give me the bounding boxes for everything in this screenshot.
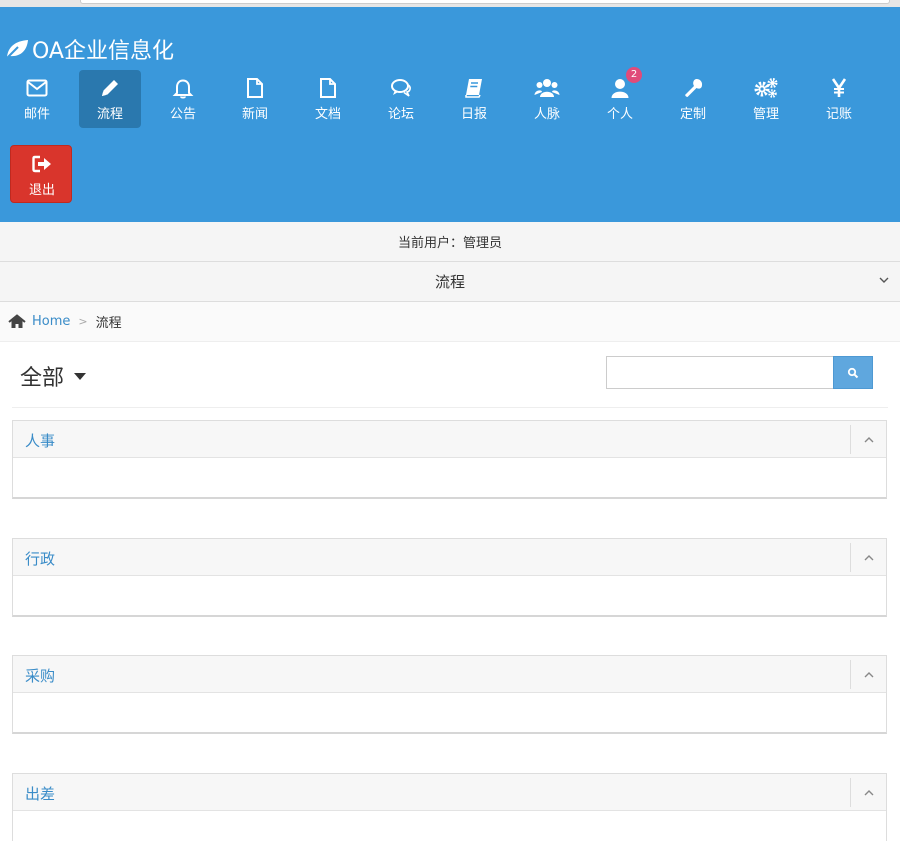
pencil-icon — [79, 77, 141, 99]
nav-label: 记账 — [825, 107, 852, 122]
collapse-toggle[interactable] — [850, 778, 886, 807]
panel-header[interactable]: 行政 — [13, 539, 886, 576]
category-panel: 人事 — [12, 420, 887, 499]
nav-label: 管理 — [752, 107, 779, 122]
nav-label: 日报 — [460, 107, 487, 122]
envelope-icon — [6, 77, 68, 99]
nav-label: 人脉 — [533, 107, 560, 122]
nav-label: 邮件 — [23, 107, 50, 122]
gears-icon — [735, 77, 797, 99]
panel-title: 采购 — [25, 667, 56, 685]
brand-title: OA企业信息化 — [32, 39, 174, 64]
panel-header[interactable]: 采购 — [13, 656, 886, 693]
file-icon — [224, 77, 286, 99]
current-user-text: 当前用户：管理员 — [397, 236, 502, 251]
collapse-toggle[interactable] — [850, 543, 886, 572]
category-filter-dropdown[interactable]: 全部 — [20, 361, 87, 391]
logout-label: 退出 — [28, 183, 55, 198]
search-icon — [847, 367, 859, 378]
breadcrumb-home-link[interactable]: Home — [32, 314, 70, 329]
nav-item-daily[interactable]: 日报 — [443, 70, 505, 128]
sign-out-icon — [11, 153, 73, 175]
book-icon — [443, 77, 505, 99]
search-input[interactable] — [606, 356, 834, 389]
nav-item-admin[interactable]: 管理 — [735, 70, 797, 128]
nav-label: 流程 — [96, 107, 123, 122]
wrench-icon — [662, 77, 724, 99]
panel-title: 出差 — [25, 785, 56, 803]
nav-item-workflow[interactable]: 流程 — [79, 70, 141, 128]
nav-item-docs[interactable]: 文档 — [297, 70, 359, 128]
filter-selected: 全部 — [20, 366, 65, 391]
nav-item-forum[interactable]: 论坛 — [370, 70, 432, 128]
home-icon — [8, 314, 26, 328]
nav-item-news[interactable]: 新闻 — [224, 70, 286, 128]
comments-icon — [370, 77, 432, 99]
address-bar[interactable] — [80, 0, 890, 4]
nav-label: 论坛 — [387, 107, 414, 122]
module-title: 流程 — [434, 273, 465, 291]
nav-item-contacts[interactable]: 人脉 — [516, 70, 578, 128]
header: OA企业信息化 邮件 流程 公告 新闻 文档 论坛 日报 人脉 个人 2 定制 … — [0, 7, 900, 222]
search-button[interactable] — [833, 356, 873, 389]
chevron-up-icon — [864, 554, 873, 560]
chevron-up-icon — [864, 436, 873, 442]
nav-label: 定制 — [679, 107, 706, 122]
category-panel: 出差 — [12, 773, 887, 841]
panel-title: 人事 — [25, 432, 56, 450]
logout-button[interactable]: 退出 — [10, 145, 72, 203]
nav-label: 个人 — [606, 107, 633, 122]
browser-top-strip — [0, 0, 900, 7]
breadcrumb-current: 流程 — [95, 316, 122, 331]
nav-item-accounting[interactable]: 记账 — [808, 70, 870, 128]
current-user-bar: 当前用户：管理员 — [0, 222, 900, 262]
notification-badge: 2 — [626, 67, 642, 83]
users-icon — [516, 77, 578, 99]
leaf-icon — [5, 40, 28, 60]
panel-header[interactable]: 出差 — [13, 774, 886, 811]
nav-label: 文档 — [314, 107, 341, 122]
caret-down-icon — [74, 372, 87, 380]
collapse-toggle[interactable] — [850, 660, 886, 689]
panel-title: 行政 — [25, 550, 56, 568]
collapse-toggle[interactable] — [850, 425, 886, 454]
breadcrumb: Home > 流程 — [0, 302, 900, 342]
category-panel: 采购 — [12, 655, 887, 734]
file-icon — [297, 77, 359, 99]
bell-icon — [152, 77, 214, 99]
chevron-down-icon — [879, 277, 889, 283]
divider — [12, 407, 888, 408]
user-icon — [589, 77, 651, 99]
category-panel: 行政 — [12, 538, 887, 617]
breadcrumb-separator: > — [78, 315, 88, 328]
module-title-bar[interactable]: 流程 — [0, 262, 900, 302]
panel-header[interactable]: 人事 — [13, 421, 886, 458]
nav-item-notice[interactable]: 公告 — [152, 70, 214, 128]
brand[interactable]: OA企业信息化 — [4, 34, 174, 64]
nav-label: 新闻 — [241, 107, 268, 122]
chevron-up-icon — [864, 789, 873, 795]
nav-label: 公告 — [169, 107, 196, 122]
nav-item-mail[interactable]: 邮件 — [6, 70, 68, 128]
chevron-up-icon — [864, 671, 873, 677]
nav-item-customize[interactable]: 定制 — [662, 70, 724, 128]
yen-icon — [808, 77, 870, 99]
nav-item-personal[interactable]: 个人 2 — [589, 67, 651, 128]
